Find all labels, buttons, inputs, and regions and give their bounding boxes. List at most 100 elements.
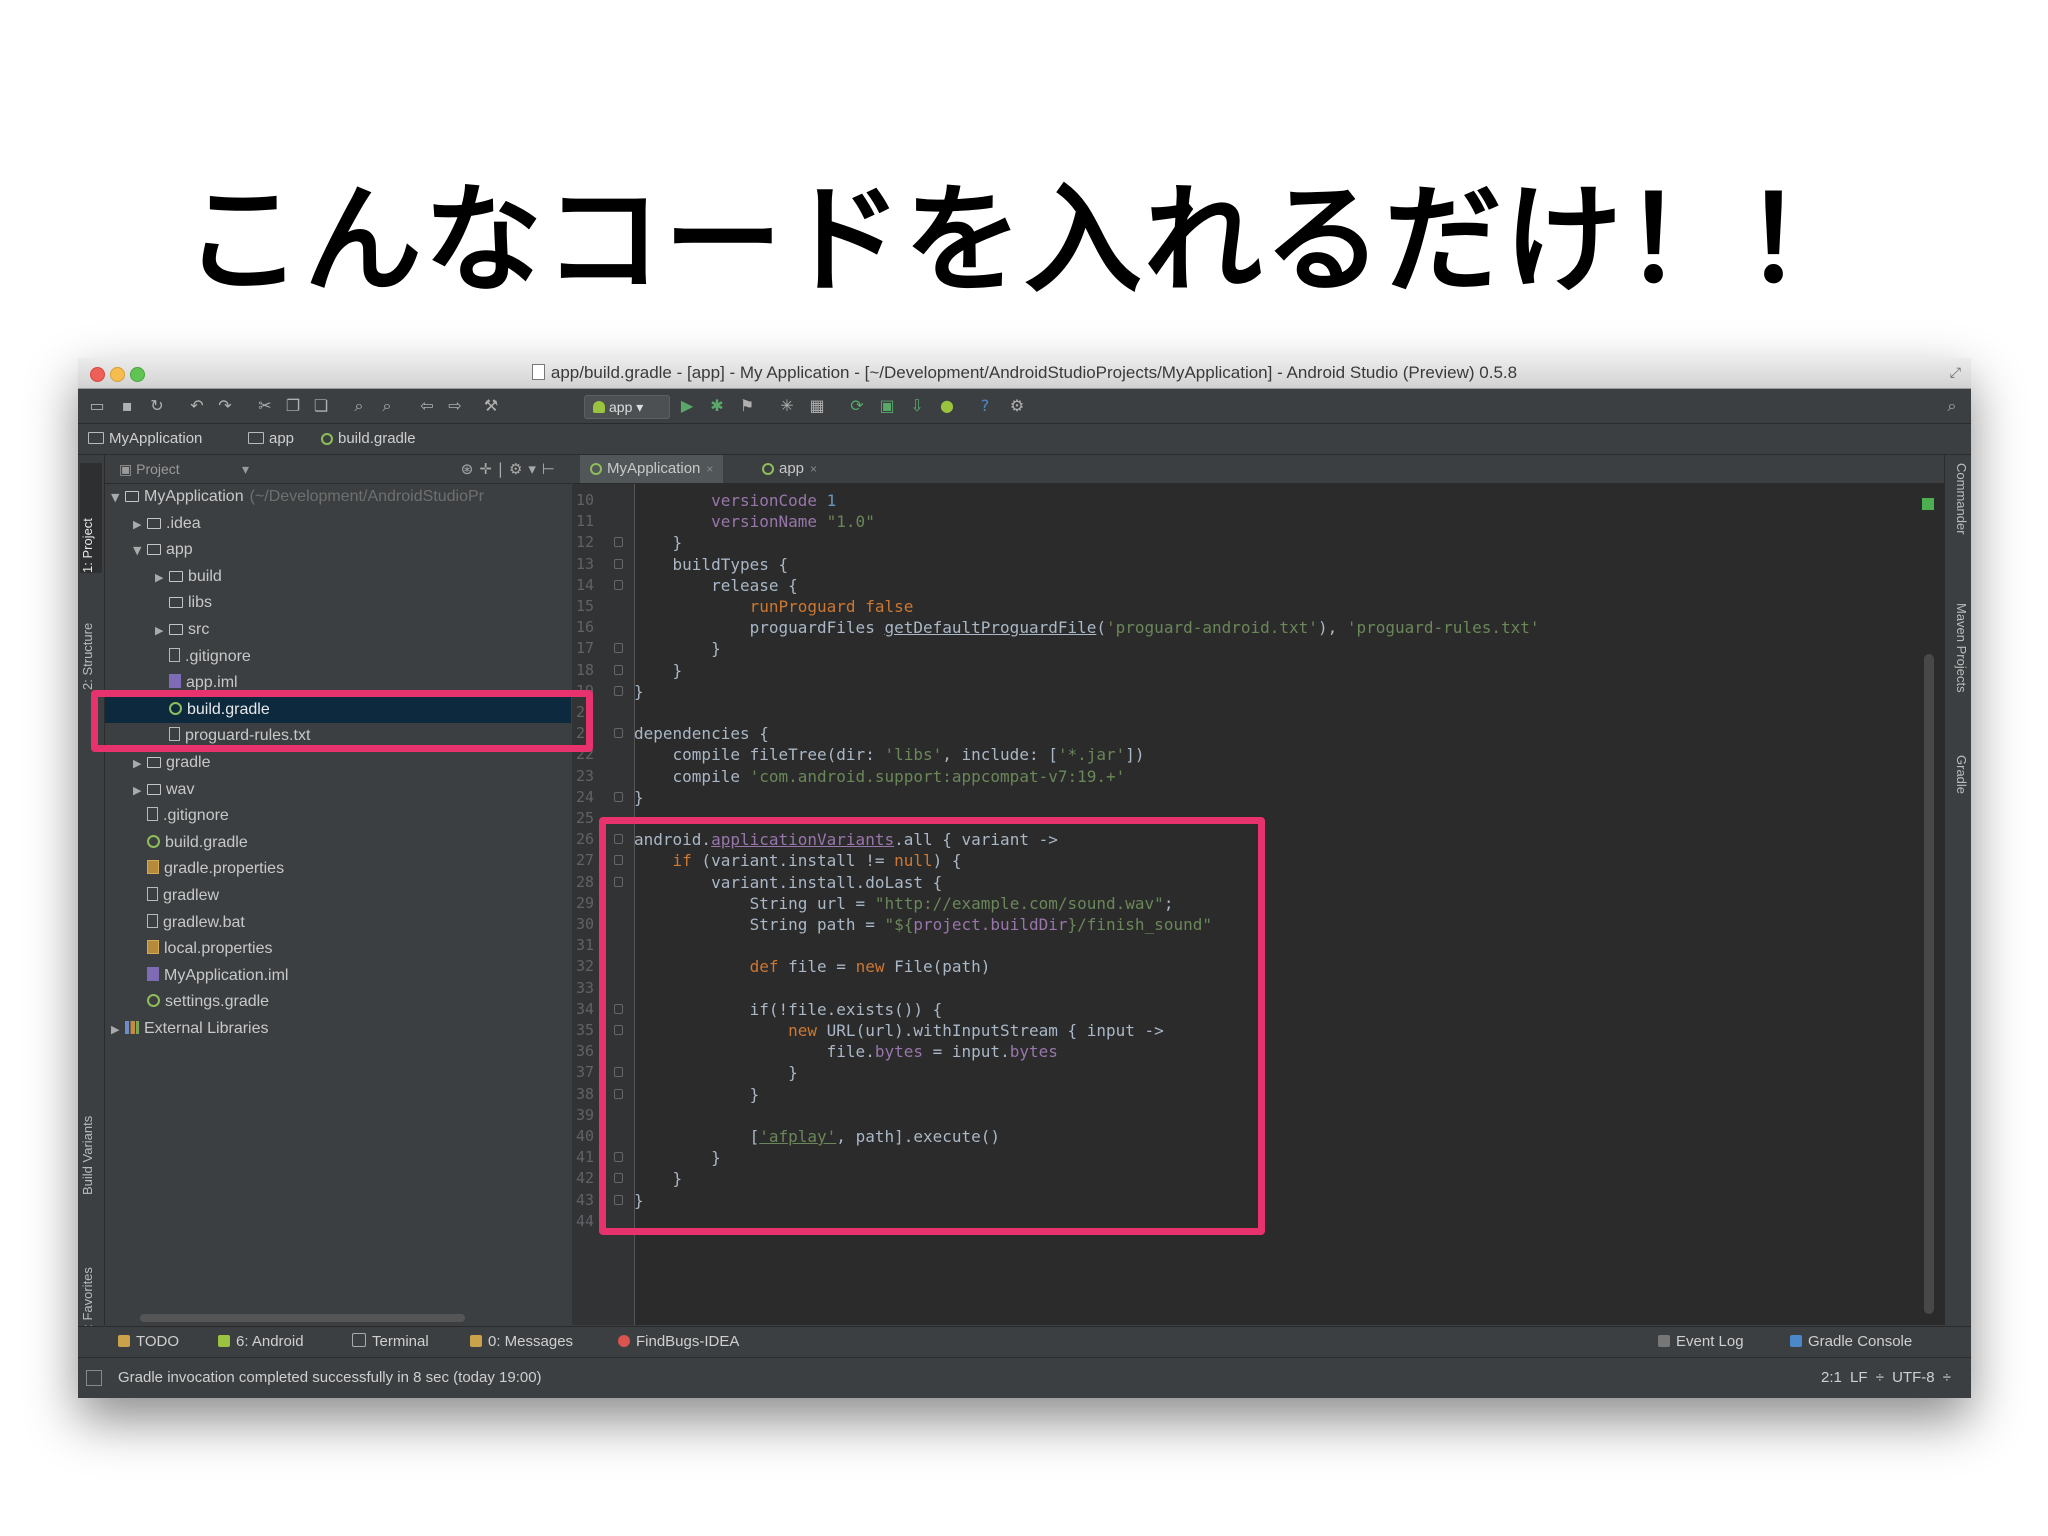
- tool-gradle-console[interactable]: Gradle Console: [1790, 1333, 1912, 1350]
- tool-tab-maven-projects[interactable]: Maven Projects: [1949, 603, 1969, 693]
- collapsed-arrow-icon[interactable]: ▶: [133, 778, 147, 804]
- sync-icon[interactable]: ↻: [148, 397, 166, 415]
- code-line[interactable]: 24}: [572, 787, 1944, 808]
- redo-icon[interactable]: ↷: [216, 397, 234, 415]
- collapsed-arrow-icon[interactable]: ▶: [155, 565, 169, 591]
- tool-tab-project[interactable]: 1: Project: [80, 463, 102, 573]
- fold-marker-icon[interactable]: [614, 558, 623, 569]
- tool-messages[interactable]: 0: Messages: [470, 1333, 573, 1350]
- tool-tab-favorites[interactable]: 2: Favorites: [80, 1215, 102, 1335]
- tool-tab-gradle[interactable]: Gradle: [1949, 755, 1969, 794]
- debug-icon[interactable]: ✱: [708, 397, 726, 415]
- tool-findbugs[interactable]: FindBugs-IDEA: [618, 1333, 739, 1350]
- tree-item[interactable]: ▶ gradle: [105, 750, 571, 776]
- android-monitor-icon[interactable]: ●: [938, 397, 956, 415]
- tool-tab-structure[interactable]: 2: Structure: [80, 580, 102, 690]
- forward-icon[interactable]: ⇨: [446, 397, 464, 415]
- tree-item[interactable]: gradlew.bat: [105, 910, 571, 936]
- code-line[interactable]: 21 dependencies {: [572, 723, 1944, 744]
- expanded-arrow-icon[interactable]: ▼: [111, 485, 125, 511]
- tool-windows-toggle-icon[interactable]: [86, 1370, 102, 1386]
- tree-item[interactable]: MyApplication.iml: [105, 963, 571, 989]
- code-line[interactable]: 16 proguardFiles getDefaultProguardFile(…: [572, 617, 1944, 638]
- tree-item[interactable]: .gitignore: [105, 644, 571, 670]
- save-icon[interactable]: ▪: [118, 397, 136, 415]
- project-panel-tools[interactable]: ⊛✛|⚙▾⊢: [461, 460, 561, 478]
- run-config-dropdown[interactable]: app ▾: [584, 395, 670, 419]
- code-line[interactable]: 18 }: [572, 660, 1944, 681]
- tree-item[interactable]: ▼ app: [105, 537, 571, 563]
- tree-item[interactable]: settings.gradle: [105, 989, 571, 1015]
- expanded-arrow-icon[interactable]: ▼: [133, 538, 147, 564]
- avd-manager-icon[interactable]: ▣: [878, 397, 896, 415]
- code-line[interactable]: 15 runProguard false: [572, 596, 1944, 617]
- code-line[interactable]: 22 compile fileTree(dir: 'libs', include…: [572, 744, 1944, 765]
- tree-item[interactable]: gradlew: [105, 883, 571, 909]
- code-line[interactable]: 10 versionCode 1: [572, 490, 1944, 511]
- copy-icon[interactable]: ❐: [284, 397, 302, 415]
- paste-icon[interactable]: ❏: [312, 397, 330, 415]
- tree-item[interactable]: ▶ .idea: [105, 511, 571, 537]
- collapsed-arrow-icon[interactable]: ▶: [111, 1017, 125, 1043]
- fold-marker-icon[interactable]: [614, 537, 623, 548]
- tool-tab-build-variants[interactable]: Build Variants: [80, 1045, 102, 1195]
- tool-todo[interactable]: TODO: [118, 1333, 179, 1350]
- search-everywhere-icon[interactable]: ⌕: [1943, 397, 1961, 415]
- tree-item[interactable]: local.properties: [105, 936, 571, 962]
- plugin-icon[interactable]: ⚙: [1008, 397, 1026, 415]
- run-icon[interactable]: ▶: [678, 397, 696, 415]
- sync-gradle-icon[interactable]: ⟳: [848, 397, 866, 415]
- code-line[interactable]: 17 }: [572, 638, 1944, 659]
- fold-marker-icon[interactable]: [614, 664, 623, 675]
- code-line[interactable]: 11 versionName "1.0": [572, 511, 1944, 532]
- help-icon[interactable]: ?: [976, 397, 994, 415]
- undo-icon[interactable]: ↶: [188, 397, 206, 415]
- tree-item[interactable]: ▶ External Libraries: [105, 1016, 571, 1042]
- fold-marker-icon[interactable]: [614, 791, 623, 802]
- tree-item[interactable]: .gitignore: [105, 803, 571, 829]
- project-view-dropdown[interactable]: ▣ Project ▾: [119, 461, 249, 478]
- tool-android[interactable]: 6: Android: [218, 1333, 304, 1350]
- collapsed-arrow-icon[interactable]: ▶: [133, 751, 147, 777]
- tool-terminal[interactable]: Terminal: [352, 1333, 429, 1350]
- tree-item[interactable]: ▶ wav: [105, 777, 571, 803]
- close-tab-icon[interactable]: ×: [810, 462, 817, 476]
- code-line[interactable]: 23 compile 'com.android.support:appcompa…: [572, 766, 1944, 787]
- editor-tab-app[interactable]: app ×: [752, 455, 827, 483]
- editor-scrollbar[interactable]: [1924, 654, 1934, 1314]
- breadcrumb-app[interactable]: app: [248, 430, 294, 447]
- project-structure-icon[interactable]: ▦: [808, 397, 826, 415]
- tree-item[interactable]: ▶ build: [105, 564, 571, 590]
- status-indicators[interactable]: 2:1 LF ÷ UTF-8 ÷: [1821, 1369, 1951, 1386]
- breadcrumb-myapplication[interactable]: MyApplication: [88, 430, 202, 447]
- fold-marker-icon[interactable]: [614, 579, 623, 590]
- settings-icon[interactable]: ✳: [778, 397, 796, 415]
- code-line[interactable]: 12 }: [572, 532, 1944, 553]
- code-line[interactable]: 14 release {: [572, 575, 1944, 596]
- code-line[interactable]: 20: [572, 702, 1944, 723]
- fold-marker-icon[interactable]: [614, 643, 623, 654]
- collapsed-arrow-icon[interactable]: ▶: [133, 512, 147, 538]
- make-icon[interactable]: ⚒: [482, 397, 500, 415]
- tree-item[interactable]: libs: [105, 590, 571, 616]
- tool-event-log[interactable]: Event Log: [1658, 1333, 1744, 1350]
- tree-item[interactable]: gradle.properties: [105, 856, 571, 882]
- find-icon[interactable]: ⌕: [350, 397, 368, 415]
- breadcrumb-build-gradle[interactable]: build.gradle: [321, 430, 416, 447]
- fullscreen-icon[interactable]: ⤢: [1950, 365, 1961, 381]
- tree-item[interactable]: build.gradle: [105, 830, 571, 856]
- tree-item[interactable]: ▶ src: [105, 617, 571, 643]
- editor-tab-myapplication[interactable]: MyApplication ×: [580, 455, 724, 483]
- replace-icon[interactable]: ⌕: [378, 397, 396, 415]
- attach-debugger-icon[interactable]: ⚑: [738, 397, 756, 415]
- close-tab-icon[interactable]: ×: [706, 462, 713, 476]
- tree-horizontal-scrollbar[interactable]: [140, 1314, 465, 1322]
- fold-marker-icon[interactable]: [614, 728, 623, 739]
- code-line[interactable]: 19}: [572, 681, 1944, 702]
- cut-icon[interactable]: ✂: [256, 397, 274, 415]
- tree-item[interactable]: ▼ MyApplication (~/Development/AndroidStud…: [105, 484, 571, 510]
- collapsed-arrow-icon[interactable]: ▶: [155, 618, 169, 644]
- back-icon[interactable]: ⇦: [418, 397, 436, 415]
- fold-marker-icon[interactable]: [614, 685, 623, 696]
- tool-tab-commander[interactable]: Commander: [1949, 463, 1969, 535]
